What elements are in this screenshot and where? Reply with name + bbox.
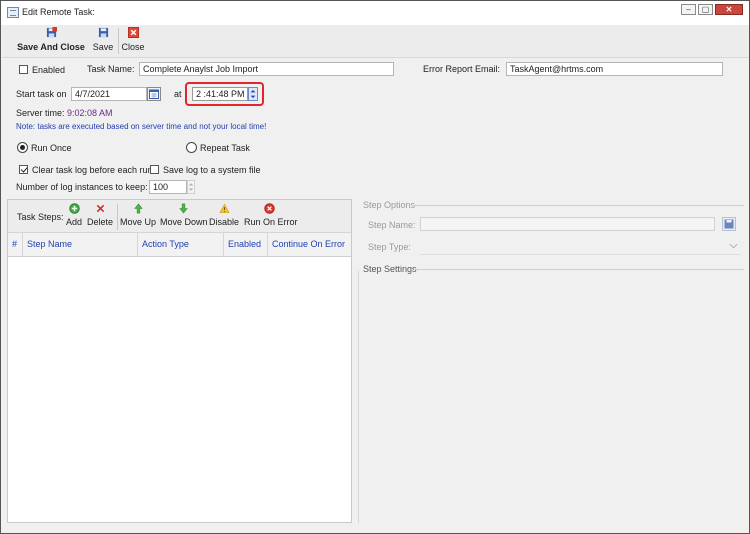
- restore-button[interactable]: ▢: [698, 4, 713, 15]
- save-icon: [724, 219, 734, 229]
- save-label: Save: [92, 42, 114, 52]
- server-time-value: 9:02:08 AM: [67, 108, 113, 118]
- add-icon: [68, 203, 80, 214]
- minimize-button[interactable]: –: [681, 4, 696, 15]
- move-up-button[interactable]: Move Up: [119, 203, 157, 227]
- window-title: Edit Remote Task:: [22, 7, 95, 17]
- save-and-close-button[interactable]: Save And Close: [16, 27, 86, 52]
- app-window-icon: [7, 7, 19, 18]
- disable-label: Disable: [209, 217, 240, 227]
- steps-toolbar-divider: [117, 204, 118, 230]
- step-options-divider: [412, 205, 744, 206]
- save-log-checkbox[interactable]: [150, 165, 159, 174]
- save-and-close-label: Save And Close: [17, 42, 85, 52]
- task-steps-panel: Task Steps: Add Delete Move Up Move Down…: [7, 199, 352, 523]
- log-instances-spinner[interactable]: [187, 180, 195, 194]
- step-type-label: Step Type:: [368, 242, 411, 252]
- task-steps-label: Task Steps:: [17, 212, 64, 222]
- steps-grid-body[interactable]: [8, 258, 351, 522]
- move-up-label: Move Up: [119, 217, 156, 227]
- move-down-button[interactable]: Move Down: [160, 203, 208, 227]
- spin-arrows-icon: [188, 183, 194, 191]
- error-email-label: Error Report Email:: [423, 64, 501, 74]
- server-time-note: Note: tasks are executed based on server…: [16, 122, 267, 131]
- column-header-continue-on-error[interactable]: Continue On Error: [268, 233, 351, 256]
- error-icon: [263, 203, 275, 214]
- step-name-input[interactable]: [420, 217, 715, 231]
- repeat-task-label: Repeat Task: [200, 143, 250, 153]
- close-window-button[interactable]: ✕: [715, 4, 743, 15]
- calendar-button[interactable]: [147, 87, 161, 101]
- clear-log-checkbox[interactable]: [19, 165, 28, 174]
- task-name-input[interactable]: Complete Anaylst Job Import: [139, 62, 394, 76]
- enabled-checkbox[interactable]: [19, 65, 28, 74]
- save-button[interactable]: Save: [91, 27, 115, 52]
- close-icon: [127, 27, 139, 38]
- column-header-action-type[interactable]: Action Type: [138, 233, 224, 256]
- log-instances-label: Number of log instances to keep:: [16, 182, 148, 192]
- step-type-dropdown[interactable]: [420, 237, 740, 255]
- step-settings-title: Step Settings: [363, 264, 417, 274]
- delete-label: Delete: [86, 217, 113, 227]
- add-label: Add: [65, 217, 82, 227]
- task-name-label: Task Name:: [87, 64, 135, 74]
- time-highlight-box: [185, 82, 264, 106]
- column-header-step-name[interactable]: Step Name: [23, 233, 138, 256]
- step-options-panel: Step Options Step Name: Step Type: Step …: [358, 199, 744, 523]
- clear-log-label: Clear task log before each run: [32, 165, 153, 175]
- arrow-down-icon: [178, 203, 188, 214]
- save-and-close-icon: [46, 27, 57, 38]
- column-header-enabled[interactable]: Enabled: [224, 233, 268, 256]
- save-icon: [98, 27, 108, 38]
- delete-step-button[interactable]: Delete: [86, 203, 114, 227]
- arrow-up-icon: [133, 203, 143, 214]
- delete-icon: [96, 204, 104, 213]
- warning-icon: [218, 203, 230, 213]
- error-email-input[interactable]: TaskAgent@hrtms.com: [506, 62, 723, 76]
- save-log-label: Save log to a system file: [163, 165, 261, 175]
- close-label: Close: [121, 42, 145, 52]
- main-toolbar: Save And Close Save Close: [2, 25, 749, 58]
- disable-button[interactable]: Disable: [209, 203, 239, 227]
- step-options-title: Step Options: [363, 200, 416, 210]
- title-bar: Edit Remote Task: – ▢ ✕: [1, 1, 749, 25]
- step-name-label: Step Name:: [368, 220, 416, 230]
- edit-remote-task-window: Edit Remote Task: – ▢ ✕ Save And Close S…: [0, 0, 750, 534]
- step-settings-divider: [414, 269, 744, 270]
- enabled-label: Enabled: [32, 65, 66, 75]
- chevron-down-icon: [729, 243, 738, 249]
- toolbar-divider: [118, 28, 119, 54]
- start-task-label: Start task on: [16, 89, 67, 99]
- step-settings-border: [358, 271, 359, 523]
- calendar-icon: [149, 89, 159, 99]
- column-header-number[interactable]: #: [8, 233, 23, 256]
- run-on-error-label: Run On Error: [244, 217, 298, 227]
- run-on-error-button[interactable]: Run On Error: [244, 203, 298, 227]
- run-once-label: Run Once: [31, 143, 72, 153]
- start-date-input[interactable]: 4/7/2021: [71, 87, 147, 101]
- close-button[interactable]: Close: [121, 27, 145, 52]
- step-name-save-button[interactable]: [722, 217, 736, 231]
- at-label: at: [174, 89, 182, 99]
- task-steps-toolbar: Task Steps: Add Delete Move Up Move Down…: [8, 200, 351, 233]
- run-once-radio[interactable]: [17, 142, 28, 153]
- move-down-label: Move Down: [160, 217, 208, 227]
- steps-grid-header: # Step Name Action Type Enabled Continue…: [8, 233, 351, 257]
- add-step-button[interactable]: Add: [64, 203, 84, 227]
- server-time-label: Server time:: [16, 108, 65, 118]
- repeat-task-radio[interactable]: [186, 142, 197, 153]
- log-instances-input[interactable]: 100: [149, 180, 187, 194]
